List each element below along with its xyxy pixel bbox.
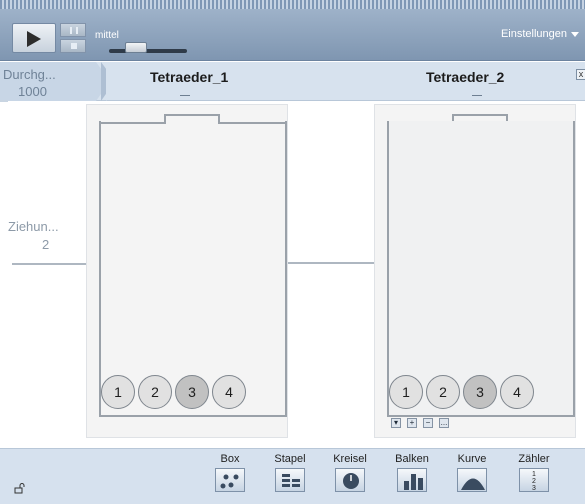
tool-counter[interactable]: Zähler 1 2 3 — [512, 453, 556, 501]
curve-icon — [457, 468, 487, 492]
settings-label: Einstellungen — [500, 28, 567, 40]
tool-box[interactable]: Box — [208, 453, 252, 501]
tool-stack-label: Stapel — [274, 453, 306, 465]
stop-icon — [71, 43, 77, 49]
tool-box-label: Box — [220, 453, 240, 465]
collapse-button[interactable]: ▾ — [391, 418, 401, 428]
remove-ball-button[interactable]: − — [423, 418, 433, 428]
main-area: Ziehun... 2 1 2 3 4 1 2 3 4 ▾ + − ... — [0, 102, 585, 448]
stack-icon — [275, 468, 305, 492]
tool-stack[interactable]: Stapel — [268, 453, 312, 501]
pause-icon — [70, 27, 72, 34]
device-2-title[interactable]: Tetraeder_2 — [426, 69, 504, 85]
bar-chart-icon — [397, 468, 427, 492]
device-2-container — [387, 121, 575, 417]
ball[interactable]: 2 — [426, 375, 460, 409]
control-bar: mittel Einstellungen — [0, 9, 585, 61]
tool-curve[interactable]: Kurve — [450, 453, 494, 501]
unlock-icon[interactable] — [14, 482, 26, 494]
chevron-down-icon — [571, 31, 579, 37]
play-button[interactable] — [12, 23, 56, 53]
draws-value[interactable]: 1000 — [18, 84, 47, 99]
chevron-right-icon — [106, 62, 120, 101]
device-1-container — [99, 121, 287, 417]
draws-box: Durchg... 1000 — [0, 62, 96, 101]
device-2-panel[interactable]: 1 2 3 4 ▾ + − ... — [374, 104, 576, 438]
more-options-button[interactable]: ... — [439, 418, 449, 428]
ball[interactable]: 1 — [101, 375, 135, 409]
draws-label: Durchg... — [3, 67, 56, 82]
header-row: Durchg... 1000 Tetraeder_1 Tetraeder_2 x — [0, 62, 585, 101]
draw-count-label: Ziehun... — [8, 219, 59, 234]
box-plot-icon — [215, 468, 245, 492]
stop-button[interactable] — [60, 39, 86, 53]
play-icon — [27, 31, 41, 47]
pause-icon — [76, 27, 78, 34]
bottom-toolbar: Box Stapel Kreisel Balken Kurve Zähler 1… — [0, 448, 585, 504]
device-1-underline — [180, 95, 190, 96]
device-1-panel[interactable]: 1 2 3 4 — [86, 104, 288, 438]
tool-spinner[interactable]: Kreisel — [328, 453, 372, 501]
device-1-title[interactable]: Tetraeder_1 — [150, 69, 228, 85]
spinner-icon — [335, 468, 365, 492]
ball[interactable]: 3 — [463, 375, 497, 409]
settings-menu[interactable]: Einstellungen — [501, 28, 579, 40]
connector-line — [288, 262, 376, 264]
ball[interactable]: 3 — [175, 375, 209, 409]
draw-count-value[interactable]: 2 — [42, 237, 49, 252]
tool-counter-label: Zähler — [518, 453, 550, 465]
close-button[interactable]: x — [576, 69, 585, 80]
speed-label: mittel — [95, 30, 119, 41]
device-2-underline — [472, 95, 482, 96]
ball[interactable]: 4 — [500, 375, 534, 409]
counter-icon: 1 2 3 — [519, 468, 549, 492]
add-ball-button[interactable]: + — [407, 418, 417, 428]
tool-bars[interactable]: Balken — [390, 453, 434, 501]
ball[interactable]: 4 — [212, 375, 246, 409]
pause-button[interactable] — [60, 23, 86, 37]
ball[interactable]: 1 — [389, 375, 423, 409]
speed-slider-thumb[interactable] — [125, 42, 147, 53]
counter-digit: 2 — [532, 478, 536, 485]
speed-slider-track[interactable] — [109, 49, 187, 53]
ball[interactable]: 2 — [138, 375, 172, 409]
tool-bars-label: Balken — [395, 453, 429, 465]
sampler-app: mittel Einstellungen Durchg... 1000 Tetr… — [0, 0, 585, 504]
tool-curve-label: Kurve — [457, 453, 487, 465]
counter-digit: 3 — [532, 485, 536, 492]
counter-digit: 1 — [532, 471, 536, 478]
top-dotted-strip — [0, 0, 585, 9]
tool-spinner-label: Kreisel — [333, 453, 367, 465]
